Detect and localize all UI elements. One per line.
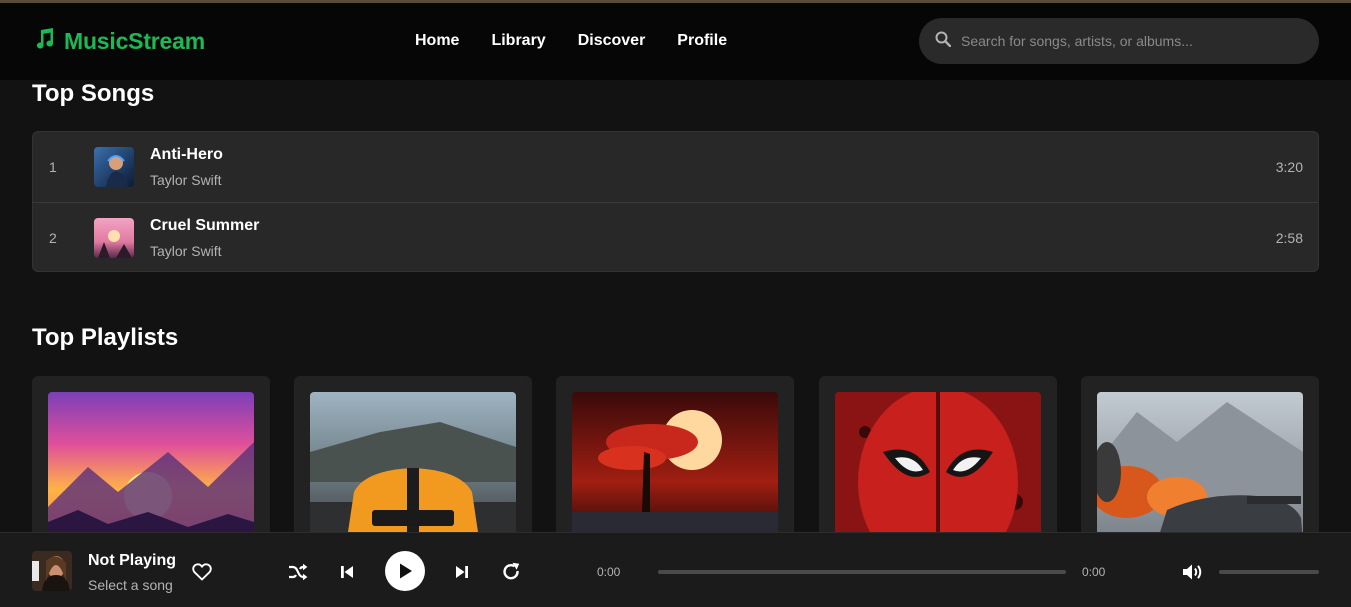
song-duration: 2:58 <box>1275 229 1303 246</box>
song-title: Anti-Hero <box>150 146 223 163</box>
app-name: MusicStream <box>64 28 205 54</box>
song-cover-image <box>94 218 134 258</box>
top-songs-heading: Top Songs <box>32 80 155 107</box>
logo[interactable]: MusicStream <box>32 27 205 56</box>
song-row[interactable]: 2 Cruel Summer Taylor Swift 2:58 <box>33 202 1318 272</box>
playlist-cover-image <box>572 392 778 542</box>
next-icon[interactable] <box>452 562 472 582</box>
player-bar: Not Playing Select a song 0:00 0:00 <box>0 532 1351 607</box>
search-bar <box>919 18 1319 64</box>
song-title: Cruel Summer <box>150 217 260 234</box>
play-icon <box>400 563 412 579</box>
repeat-icon[interactable] <box>500 561 521 582</box>
playlist-card[interactable] <box>819 376 1057 546</box>
now-playing-title: Not Playing <box>88 552 177 569</box>
nav-profile[interactable]: Profile <box>677 32 727 50</box>
heart-icon[interactable] <box>191 561 213 583</box>
play-button[interactable] <box>385 551 425 591</box>
playlist-card[interactable] <box>294 376 532 546</box>
song-cover-image <box>94 147 134 187</box>
previous-icon[interactable] <box>337 562 357 582</box>
song-artist[interactable]: Taylor Swift <box>150 172 222 188</box>
top-nav-bar: MusicStream Home Library Discover Profil… <box>0 3 1351 80</box>
music-note-icon <box>32 27 56 56</box>
playlist-cover-image <box>1097 392 1303 542</box>
song-row[interactable]: 1 Anti-Hero Taylor Swift 3:20 <box>33 132 1318 202</box>
shuffle-icon[interactable] <box>288 562 308 582</box>
song-index: 1 <box>49 159 57 175</box>
playlist-cover-image <box>310 392 516 542</box>
nav-home[interactable]: Home <box>415 32 459 50</box>
search-icon <box>935 31 952 52</box>
nav-discover[interactable]: Discover <box>578 32 646 50</box>
playlist-card[interactable] <box>556 376 794 546</box>
song-duration: 3:20 <box>1275 159 1303 175</box>
now-playing-subtitle: Select a song <box>88 577 173 593</box>
progress-bar[interactable] <box>658 570 1066 574</box>
current-time: 0:00 <box>597 565 621 579</box>
main-nav: Home Library Discover Profile <box>415 32 727 50</box>
playlist-card[interactable] <box>32 376 270 546</box>
search-input[interactable] <box>961 33 1301 49</box>
volume-slider[interactable] <box>1219 570 1319 574</box>
playlist-cover-image <box>835 392 1041 542</box>
top-playlists-heading: Top Playlists <box>32 324 179 351</box>
volume-icon[interactable] <box>1182 561 1204 583</box>
top-songs-list: 1 Anti-Hero Taylor Swift 3:20 2 Cruel Su… <box>32 131 1319 272</box>
now-playing-cover <box>32 551 72 591</box>
song-artist[interactable]: Taylor Swift <box>150 243 222 259</box>
total-time: 0:00 <box>1082 565 1106 579</box>
playlist-cover-image <box>48 392 254 542</box>
playlist-card[interactable] <box>1081 376 1319 546</box>
nav-library[interactable]: Library <box>491 32 545 50</box>
song-index: 2 <box>49 229 57 246</box>
